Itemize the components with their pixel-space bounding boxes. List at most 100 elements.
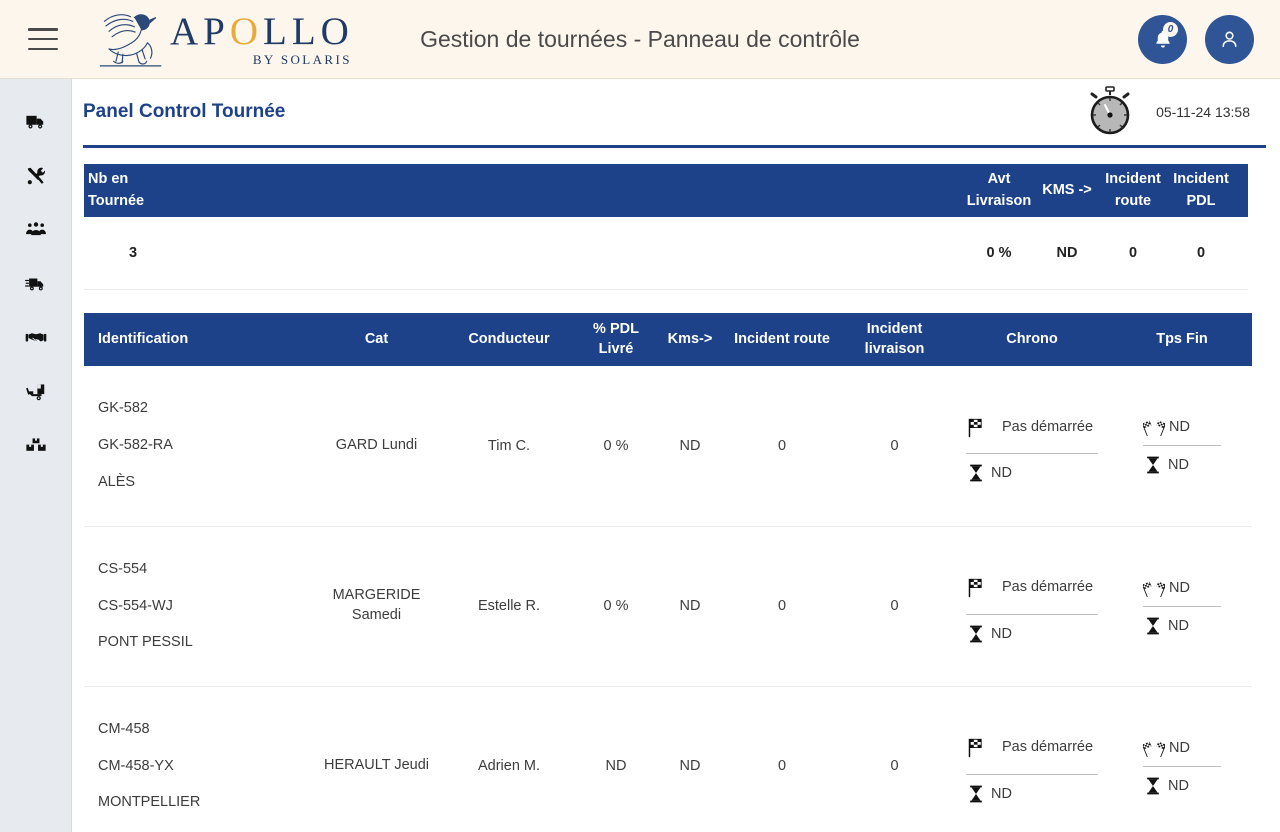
panel-title: Panel Control Tournée bbox=[83, 101, 286, 122]
sidebar-item-users[interactable] bbox=[10, 203, 62, 257]
cell-incident-route: 0 bbox=[727, 366, 837, 527]
sidebar-item-stock[interactable] bbox=[10, 419, 62, 473]
notification-badge: 0 bbox=[1163, 21, 1178, 37]
summary-header-avt-livraison: Avt Livraison bbox=[966, 171, 1032, 209]
sidebar-item-delivery[interactable] bbox=[10, 257, 62, 311]
panel-header: Panel Control Tournée 05-11-24 13:58 bbox=[72, 79, 1280, 145]
cell-incident-livraison: 0 bbox=[837, 366, 952, 527]
tools-icon bbox=[27, 167, 45, 185]
col-incident-route[interactable]: Incident route bbox=[727, 313, 837, 366]
cell-pdl-livre: 0 % bbox=[579, 526, 653, 687]
sidebar-item-tools[interactable] bbox=[10, 149, 62, 203]
cell-tps-fin: ND ND bbox=[1112, 686, 1252, 832]
crossed-flags-icon bbox=[1143, 581, 1165, 597]
logo-tagline: BY SOLARIS bbox=[252, 52, 352, 67]
crossed-flags-icon bbox=[1143, 741, 1165, 757]
ident-code: CS-554 bbox=[98, 560, 148, 577]
profile-button[interactable] bbox=[1205, 14, 1254, 64]
chrono-status: Pas démarrée bbox=[1001, 579, 1094, 596]
checkered-flag-icon bbox=[968, 578, 982, 598]
cell-conducteur: Estelle R. bbox=[439, 526, 579, 687]
tps-fin-time: ND bbox=[1168, 777, 1189, 794]
panel-header-right: 05-11-24 13:58 bbox=[1086, 86, 1272, 138]
cell-conducteur: Tim C. bbox=[439, 366, 579, 527]
cell-identification: GK-582 GK-582-RA ALÈS bbox=[84, 366, 314, 527]
summary-value-incident-route: 0 bbox=[1128, 245, 1138, 261]
col-tps-fin[interactable]: Tps Fin bbox=[1112, 313, 1252, 366]
cell-incident-livraison: 0 bbox=[837, 686, 952, 832]
crossed-flags-icon bbox=[1143, 420, 1165, 437]
ident-city: ALÈS bbox=[98, 474, 136, 491]
hourglass-icon bbox=[970, 464, 982, 482]
ident-city: PONT PESSIL bbox=[98, 634, 193, 651]
table-row[interactable]: CS-554 CS-554-WJ PONT PESSIL MARGERIDE S… bbox=[84, 526, 1252, 687]
hamburger-icon[interactable] bbox=[28, 28, 58, 50]
table-row[interactable]: GK-582 GK-582-RA ALÈS GARD Lundi Tim C. … bbox=[84, 366, 1252, 527]
ident-plate: CM-458-YX bbox=[98, 757, 174, 774]
col-incident-livraison[interactable]: Incident livraison bbox=[837, 313, 952, 366]
tps-fin-flag: ND bbox=[1169, 419, 1190, 436]
stopwatch-icon bbox=[1090, 86, 1130, 135]
col-conducteur[interactable]: Conducteur bbox=[439, 313, 579, 366]
dolly-icon bbox=[25, 384, 44, 401]
col-pdl-livre[interactable]: % PDL Livré bbox=[579, 313, 653, 366]
hourglass-icon bbox=[1147, 777, 1159, 794]
chrono-status: Pas démarrée bbox=[1001, 418, 1094, 435]
cell-tps-fin: ND ND bbox=[1112, 366, 1252, 527]
cell-cat: MARGERIDE Samedi bbox=[314, 526, 439, 687]
cell-kms: ND bbox=[653, 366, 727, 527]
summary-row: 3 0 % ND 0 0 bbox=[84, 217, 1248, 290]
ident-code: CM-458 bbox=[98, 720, 150, 737]
checkered-flag-icon bbox=[968, 738, 982, 758]
summary-header-incident-route: Incident route bbox=[1105, 171, 1161, 209]
cell-incident-route: 0 bbox=[727, 526, 837, 687]
summary-header-incident-pdl: Incident PDL bbox=[1173, 171, 1229, 209]
notifications-button[interactable]: 0 bbox=[1138, 14, 1187, 64]
tps-fin-time: ND bbox=[1168, 617, 1189, 634]
cell-kms: ND bbox=[653, 686, 727, 832]
cell-pdl-livre: ND bbox=[579, 686, 653, 832]
timestamp: 05-11-24 13:58 bbox=[1156, 104, 1250, 120]
summary-header: Nb en Tournée Avt Livraison KMS -> Incid… bbox=[84, 164, 1248, 217]
cell-chrono: Pas démarrée ND bbox=[952, 686, 1112, 832]
users-icon bbox=[25, 222, 46, 236]
sidebar-item-partners[interactable] bbox=[10, 311, 62, 365]
summary-value-incident-pdl: 0 bbox=[1196, 245, 1206, 261]
tps-fin-time: ND bbox=[1168, 457, 1189, 474]
tps-fin-flag: ND bbox=[1169, 579, 1190, 596]
checkered-flag-icon bbox=[968, 418, 982, 437]
logo-wordmark: APOLLO bbox=[170, 10, 354, 53]
col-identification[interactable]: Identification bbox=[84, 313, 314, 366]
cell-incident-route: 0 bbox=[727, 686, 837, 832]
hourglass-icon bbox=[1147, 617, 1159, 634]
ident-plate: GK-582-RA bbox=[98, 437, 173, 454]
cell-incident-livraison: 0 bbox=[837, 526, 952, 687]
delivery-truck-icon bbox=[24, 278, 43, 291]
tournees-table: Identification Cat Conducteur % PDL Livr… bbox=[84, 313, 1252, 832]
chrono-time: ND bbox=[991, 625, 1012, 642]
sidebar-item-truck[interactable] bbox=[10, 95, 62, 149]
ident-plate: CS-554-WJ bbox=[98, 597, 173, 614]
summary-value-avt-livraison: 0 % bbox=[986, 245, 1012, 261]
col-kms[interactable]: Kms-> bbox=[653, 313, 727, 366]
user-icon bbox=[1222, 31, 1237, 47]
cell-cat: GARD Lundi bbox=[314, 366, 439, 527]
handshake-icon bbox=[25, 333, 46, 342]
cell-cat: HERAULT Jeudi bbox=[314, 686, 439, 832]
cell-tps-fin: ND ND bbox=[1112, 526, 1252, 687]
cell-identification: CS-554 CS-554-WJ PONT PESSIL bbox=[84, 526, 314, 687]
summary-header-kms: KMS -> bbox=[1042, 181, 1092, 198]
chrono-status: Pas démarrée bbox=[1001, 739, 1094, 756]
chrono-time: ND bbox=[991, 785, 1012, 802]
cell-chrono: Pas démarrée ND bbox=[952, 366, 1112, 527]
topbar-actions: 0 bbox=[1138, 14, 1254, 64]
cell-kms: ND bbox=[653, 526, 727, 687]
apollo-logo[interactable]: APOLLO BY SOLARIS bbox=[90, 3, 354, 75]
col-cat[interactable]: Cat bbox=[314, 313, 439, 366]
sidebar-item-loading[interactable] bbox=[10, 365, 62, 419]
table-row[interactable]: CM-458 CM-458-YX MONTPELLIER HERAULT Jeu… bbox=[84, 686, 1252, 832]
hourglass-icon bbox=[970, 625, 982, 642]
hourglass-icon bbox=[1147, 456, 1159, 474]
col-chrono[interactable]: Chrono bbox=[952, 313, 1112, 366]
sidebar bbox=[0, 79, 72, 832]
